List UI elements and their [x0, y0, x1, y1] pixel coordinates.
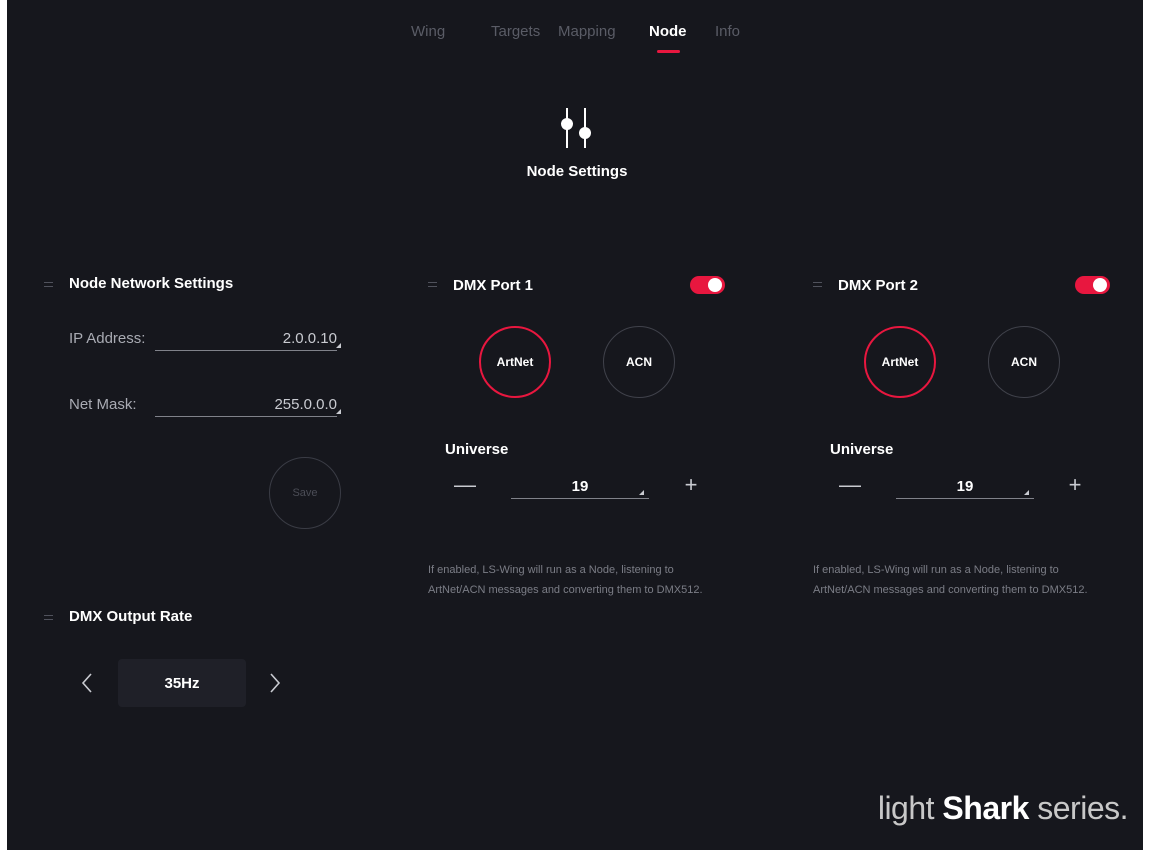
field-corner-icon — [336, 409, 341, 414]
port1-title: DMX Port 1 — [453, 277, 534, 294]
save-button[interactable]: Save — [269, 457, 341, 529]
port2-plus-icon[interactable]: + — [1063, 472, 1087, 497]
output-rate-title: DMX Output Rate — [69, 608, 193, 625]
port2-universe-label: Universe — [830, 441, 894, 458]
drag-handle-icon[interactable] — [44, 615, 53, 620]
port2-acn-button[interactable]: ACN — [988, 326, 1060, 398]
port1-help-text: If enabled, LS-Wing will run as a Node, … — [428, 564, 703, 596]
tab-targets[interactable]: Targets — [491, 23, 540, 40]
ip-address-label: IP Address: — [69, 330, 146, 347]
port2-help-text: If enabled, LS-Wing will run as a Node, … — [813, 564, 1088, 596]
port1-universe-label: Universe — [445, 441, 509, 458]
net-mask-field[interactable]: 255.0.0.0 — [155, 396, 337, 417]
drag-handle-icon[interactable] — [428, 282, 437, 287]
field-corner-icon — [336, 343, 341, 348]
network-settings-title: Node Network Settings — [69, 275, 234, 292]
port2-minus-icon[interactable]: — — [838, 472, 862, 497]
port1-acn-button[interactable]: ACN — [603, 326, 675, 398]
tab-mapping[interactable]: Mapping — [558, 23, 616, 40]
port2-title: DMX Port 2 — [838, 277, 919, 294]
port1-universe-field[interactable]: 19 — [511, 478, 649, 499]
drag-handle-icon[interactable] — [44, 282, 53, 287]
port1-plus-icon[interactable]: + — [679, 472, 703, 497]
field-corner-icon — [1024, 490, 1029, 495]
port1-enable-toggle[interactable] — [690, 276, 725, 294]
tab-bar: Wing Targets Mapping Node Info — [7, 23, 1143, 53]
tab-info[interactable]: Info — [715, 23, 740, 40]
page-title: Node Settings — [526, 163, 628, 180]
ip-address-field[interactable]: 2.0.0.10 — [155, 330, 337, 351]
tab-node[interactable]: Node — [649, 23, 687, 40]
brand-shark: Shark — [942, 790, 1029, 826]
net-mask-label: Net Mask: — [69, 396, 137, 413]
drag-handle-icon[interactable] — [813, 282, 822, 287]
brand-light: light — [877, 790, 935, 826]
sliders-icon — [561, 108, 591, 148]
port2-artnet-button[interactable]: ArtNet — [864, 326, 936, 398]
field-corner-icon — [639, 490, 644, 495]
brand-logo: light Shark series. — [877, 790, 1129, 827]
active-tab-indicator — [657, 50, 680, 53]
chevron-left-icon[interactable] — [79, 672, 97, 694]
port2-universe-field[interactable]: 19 — [896, 478, 1034, 499]
brand-series: series. — [1037, 790, 1128, 826]
port1-minus-icon[interactable]: — — [453, 472, 477, 497]
chevron-right-icon[interactable] — [265, 672, 283, 694]
port2-enable-toggle[interactable] — [1075, 276, 1110, 294]
tab-wing[interactable]: Wing — [411, 23, 445, 40]
port1-artnet-button[interactable]: ArtNet — [479, 326, 551, 398]
app-window: Wing Targets Mapping Node Info Node Sett… — [7, 0, 1143, 850]
output-rate-value: 35Hz — [118, 659, 246, 707]
